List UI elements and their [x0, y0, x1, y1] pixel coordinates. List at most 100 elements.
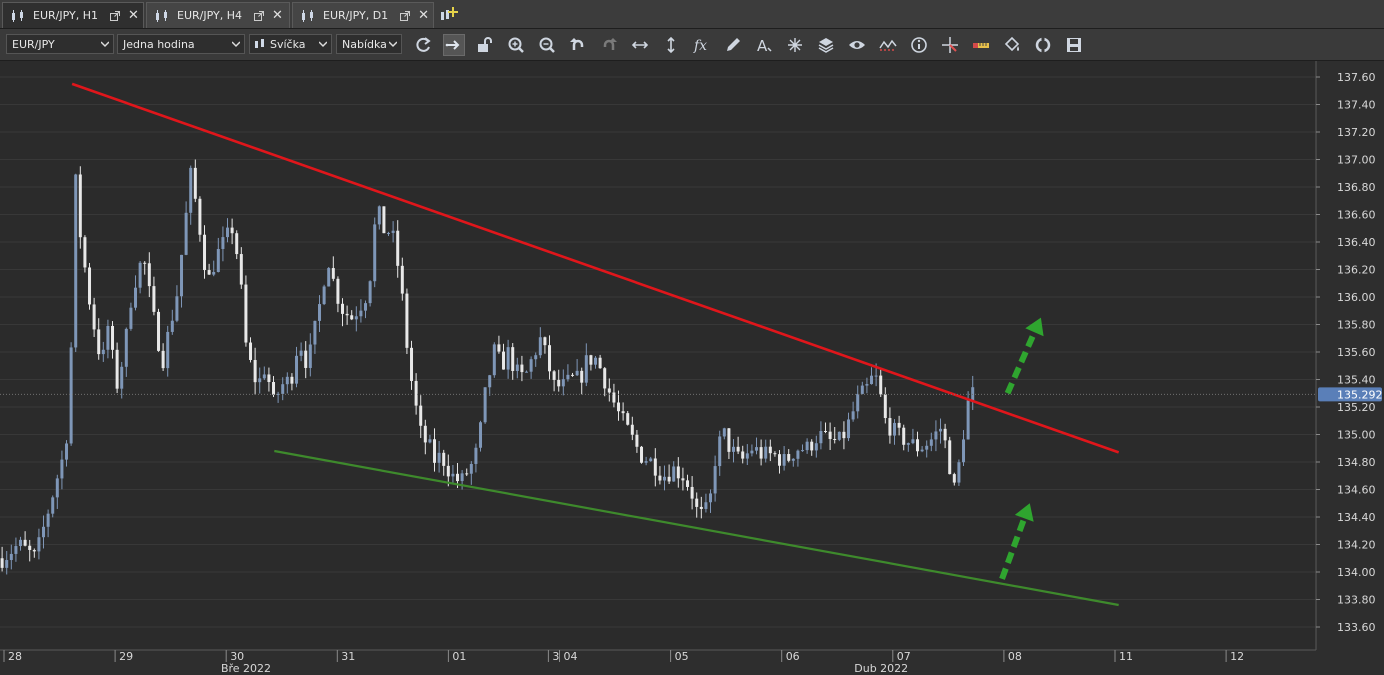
candle-body	[837, 431, 841, 440]
candle-body	[727, 428, 731, 452]
candle-body	[607, 388, 611, 393]
candle-body	[957, 462, 961, 483]
period-value: Jedna hodina	[123, 37, 195, 51]
unlock-tool-button[interactable]	[474, 34, 496, 56]
candle-body	[124, 328, 128, 367]
tab-eurjpy-h4[interactable]: EUR/JPY, H4 ✕	[146, 2, 290, 28]
refresh-icon	[416, 37, 431, 52]
candle-body	[502, 351, 506, 370]
candle-body	[916, 439, 920, 452]
candle-body	[635, 434, 639, 447]
candle-body	[9, 553, 13, 561]
candle-body	[791, 458, 795, 461]
indicator-tool-button[interactable]	[877, 34, 899, 56]
candle-body	[221, 237, 225, 249]
candle-body	[718, 436, 722, 467]
horizontal-arrows-tool-button[interactable]	[629, 34, 651, 56]
period-select[interactable]: Jedna hodina	[117, 34, 245, 54]
candle-body	[506, 347, 510, 370]
close-icon[interactable]: ✕	[128, 8, 139, 23]
candle-body	[649, 458, 653, 462]
candle-chart-icon	[156, 9, 167, 22]
candle-body	[364, 303, 368, 311]
x-tick-label: 28	[8, 650, 22, 663]
crosshair-tool-button[interactable]	[784, 34, 806, 56]
eye-tool-button[interactable]	[846, 34, 868, 56]
measure-tool-button[interactable]	[939, 34, 961, 56]
popout-icon[interactable]	[109, 10, 120, 21]
tab-label: EUR/JPY, H4	[177, 9, 242, 22]
candle-body	[920, 449, 924, 452]
redo-icon	[603, 38, 617, 50]
popout-icon[interactable]	[253, 10, 264, 21]
instrument-select[interactable]: EUR/JPY	[6, 34, 114, 54]
candle-body	[755, 447, 759, 451]
candle-body	[686, 480, 690, 487]
candle-body	[120, 366, 124, 389]
popout-icon[interactable]	[400, 10, 411, 21]
price-side-select[interactable]: Nabídka	[336, 34, 402, 54]
candle-body	[773, 453, 777, 455]
close-icon[interactable]: ✕	[418, 8, 429, 23]
candle-body	[814, 443, 818, 451]
refresh-tool-button[interactable]	[412, 34, 434, 56]
zoom-out-tool-button[interactable]	[536, 34, 558, 56]
layers-tool-button[interactable]	[815, 34, 837, 56]
candle-body	[962, 439, 966, 463]
vertical-arrows-icon	[667, 36, 675, 54]
vertical-arrows-tool-button[interactable]	[660, 34, 682, 56]
cursor-tool-button[interactable]	[443, 34, 465, 56]
function-tool-button[interactable]: fx	[691, 34, 713, 56]
chart-type-value: Svíčka	[270, 37, 306, 51]
close-icon[interactable]: ✕	[272, 8, 283, 23]
candle-body	[37, 537, 41, 552]
candle-body	[336, 278, 340, 304]
info-tool-button[interactable]	[908, 34, 930, 56]
candle-body	[23, 539, 27, 546]
price-chart[interactable]: 137.60 137.40 137.20 137.00 136.80 136.60 136.…	[0, 61, 1384, 675]
candle-body	[46, 513, 50, 527]
layers-icon	[818, 38, 834, 53]
y-tick-label: 137.20	[1337, 126, 1376, 139]
paint-bucket-tool-button[interactable]	[1001, 34, 1023, 56]
candle-body	[943, 428, 947, 441]
candle-body	[451, 473, 455, 477]
candle-body	[722, 428, 726, 437]
horizontal-arrows-icon	[631, 41, 649, 49]
y-tick-label: 137.00	[1337, 154, 1376, 167]
candle-body	[497, 344, 501, 352]
candle-body	[253, 359, 257, 383]
chart-canvas[interactable]: 137.60 137.40 137.20 137.00 136.80 136.60 136.…	[0, 61, 1384, 675]
tab-eurjpy-h1[interactable]: EUR/JPY, H1 ✕	[2, 2, 144, 28]
undo-icon	[570, 38, 584, 50]
sync-tool-button[interactable]	[1032, 34, 1054, 56]
candle-body	[456, 473, 460, 482]
pencil-tool-button[interactable]	[722, 34, 744, 56]
y-tick-label: 135.00	[1337, 429, 1376, 442]
candle-body	[787, 454, 791, 461]
candle-body	[32, 549, 36, 552]
chart-type-select[interactable]: Svíčka	[249, 34, 332, 54]
candle-body	[152, 286, 156, 312]
zoom-in-tool-button[interactable]	[505, 34, 527, 56]
candle-body	[561, 379, 565, 387]
candle-body	[97, 329, 101, 355]
candle-body	[557, 379, 561, 387]
new-chart-icon[interactable]	[440, 5, 458, 23]
candle-body	[676, 466, 680, 479]
undo-tool-button[interactable]	[567, 34, 589, 56]
candle-body	[433, 439, 437, 463]
candle-body	[966, 400, 970, 440]
candle-body	[405, 293, 409, 348]
tab-eurjpy-d1[interactable]: EUR/JPY, D1 ✕	[292, 2, 434, 28]
candle-body	[216, 248, 220, 272]
candle-body	[805, 441, 809, 451]
paint-bucket-icon	[1004, 36, 1020, 52]
candle-body	[157, 311, 161, 351]
save-tool-button[interactable]	[1063, 34, 1085, 56]
candle-body	[60, 459, 64, 479]
ruler-tool-button[interactable]	[970, 34, 992, 56]
text-tool-button[interactable]: A	[753, 34, 775, 56]
candle-body	[414, 380, 418, 406]
redo-tool-button[interactable]	[598, 34, 620, 56]
